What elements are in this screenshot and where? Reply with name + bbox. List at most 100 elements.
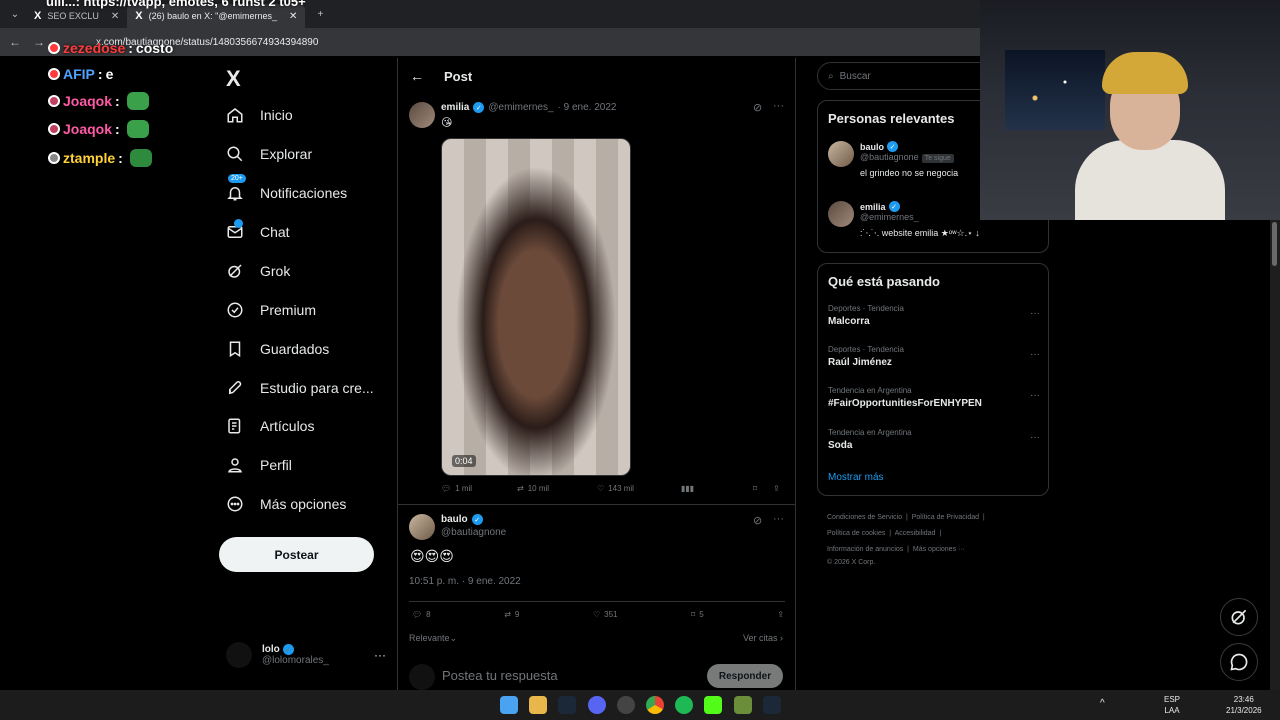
author-handle[interactable]: @emimernes_ [488,102,553,113]
x-logo-icon[interactable]: X [226,66,241,92]
file-explorer-icon[interactable] [529,696,547,714]
heart-icon: ♡ [597,484,605,493]
footer-link[interactable]: Más opciones ··· [913,546,965,553]
verified-badge-icon: ✓ [888,201,900,212]
nav-item-perfil[interactable]: Perfil [226,450,292,480]
footer-link[interactable]: Política de Privacidad [912,514,979,521]
retweet-icon: ⇄ [504,610,511,619]
tweet-text: 😘 [441,117,453,129]
retweet-action[interactable]: ⇄ 10 mil [517,484,597,493]
page-scrollbar[interactable] [1270,220,1280,690]
messages-fab-button[interactable] [1220,643,1258,681]
avatar[interactable] [828,141,854,167]
nav-item-chat[interactable]: Chat [226,217,290,247]
chevron-up-icon[interactable]: ^ [1100,698,1105,709]
footer-link[interactable]: Información de anuncios [827,546,903,553]
grok-fab-button[interactable] [1220,598,1258,636]
forward-arrow-icon[interactable]: → [32,35,46,49]
back-arrow-icon[interactable]: ← [8,35,22,49]
reply-button[interactable]: Responder [707,664,783,688]
steam-icon[interactable] [558,696,576,714]
avatar[interactable] [409,102,435,128]
nav-item-mas-opciones[interactable]: Más opciones [226,489,346,519]
app-icon[interactable] [617,696,635,714]
like-action[interactable]: ♡ 351 [593,610,618,619]
nav-item-estudio[interactable]: Estudio para cre... [226,373,374,403]
footer-link[interactable]: Condiciones de Servicio [827,514,902,521]
search-input[interactable]: ⌕ Buscar [817,62,997,90]
chat-badge-icon [48,95,60,107]
reply-action[interactable]: 💬︎ 1 mil [441,484,517,493]
unread-dot-icon [234,219,243,228]
reply-action[interactable]: 💬︎ 8 [412,610,431,619]
bookmark-icon[interactable]: ⌑ [753,484,773,493]
more-dots-icon[interactable]: ··· [773,100,784,112]
more-dots-icon[interactable]: ··· [773,513,784,525]
bookmark-action[interactable]: ⌑ 5 [691,610,704,619]
nav-item-articulos[interactable]: Artículos [226,411,314,441]
minecraft-icon[interactable] [734,696,752,714]
author-handle[interactable]: @bautiagnone [441,527,506,538]
steam-icon[interactable] [763,696,781,714]
tweet-timestamp[interactable]: 10:51 p. m. · 9 ene. 2022 [409,576,521,587]
scroll-thumb[interactable] [1272,222,1277,266]
tweet-date[interactable]: · 9 ene. 2022 [558,102,617,113]
back-arrow-icon[interactable]: ← [410,68,424,84]
avatar[interactable] [409,514,435,540]
nav-label: Chat [260,224,290,240]
account-name: lolo ✓ [262,644,329,656]
share-icon[interactable]: ⇪ [777,610,784,619]
discord-icon[interactable] [588,696,606,714]
post-button[interactable]: Postear [219,537,374,572]
close-tab-icon[interactable]: ✕ [111,11,119,22]
video-player[interactable]: 0:04 [441,138,631,476]
sort-dropdown[interactable]: Relevante⌄ [409,633,457,644]
views-icon[interactable]: ▮▮▮ [681,484,753,493]
x-favicon-icon: X [135,10,143,22]
person-item[interactable]: baulo ✓ @bautiagnone Te sigue el grindeo n… [828,141,958,178]
streamer-beanie [1102,52,1188,94]
nav-label: Artículos [260,418,315,434]
footer-link[interactable]: Accesibilidad [895,530,936,537]
tab-search-button[interactable]: ⌄ [4,4,26,24]
reply-input[interactable]: Postea tu respuesta [442,668,558,683]
avatar[interactable] [828,201,854,227]
heart-icon: ♡ [592,610,601,619]
trend-item[interactable]: Deportes · Tendencia Raúl Jiménez ··· [828,345,1040,368]
retweet-action[interactable]: ⇄ 9 [504,610,519,619]
windows-start-icon[interactable] [500,696,518,714]
account-switcher[interactable]: lolo ✓ @lolomorales_ ··· [226,642,386,668]
person-item[interactable]: emilia ✓ @emimernes_ :˙⋅.˙⋅. website emil… [828,201,980,239]
language-indicator[interactable]: ESP LAA [1164,694,1180,716]
nav-item-inicio[interactable]: Inicio [226,100,293,130]
more-dots-icon[interactable]: ··· [374,648,386,662]
verified-icon [226,301,244,319]
trend-item[interactable]: Tendencia en Argentina #FairOpportunities… [828,386,1040,409]
grok-icon[interactable]: ⊘ [753,101,762,114]
reply-icon: 💬︎ [412,610,423,619]
nav-item-grok[interactable]: Grok [226,256,290,286]
pepe-emote-icon [126,120,149,138]
author-name[interactable]: baulo [441,514,468,525]
like-action[interactable]: ♡ 143 mil [597,484,681,493]
trend-item[interactable]: Tendencia en Argentina Soda ··· [828,428,1040,451]
spotify-icon[interactable] [675,696,693,714]
show-more-link[interactable]: Mostrar más [828,472,884,483]
nav-item-explorar[interactable]: Explorar [226,139,312,169]
footer-link[interactable]: Política de cookies [827,530,885,537]
nav-item-notificaciones[interactable]: 20+ Notificaciones [226,174,347,208]
grok-icon[interactable]: ⊘ [753,514,762,527]
nav-item-guardados[interactable]: Guardados [226,334,329,364]
clock[interactable]: 23:46 21/3/2026 [1226,694,1262,716]
trend-item[interactable]: Deportes · Tendencia Malcorra ··· [828,304,1040,327]
author-name[interactable]: emilia [441,102,469,113]
chrome-icon[interactable] [646,696,664,714]
nav-item-premium[interactable]: Premium [226,295,316,325]
footer-links: Condiciones de Servicio | Política de Pr… [827,510,1027,568]
nav-label: Estudio para cre... [260,380,374,396]
close-tab-icon[interactable]: ✕ [289,11,297,22]
kick-icon[interactable] [704,696,722,714]
new-tab-button[interactable]: + [309,4,331,24]
view-quotes-link[interactable]: Ver citas › [743,633,783,643]
share-icon[interactable]: ⇪ [773,484,780,493]
